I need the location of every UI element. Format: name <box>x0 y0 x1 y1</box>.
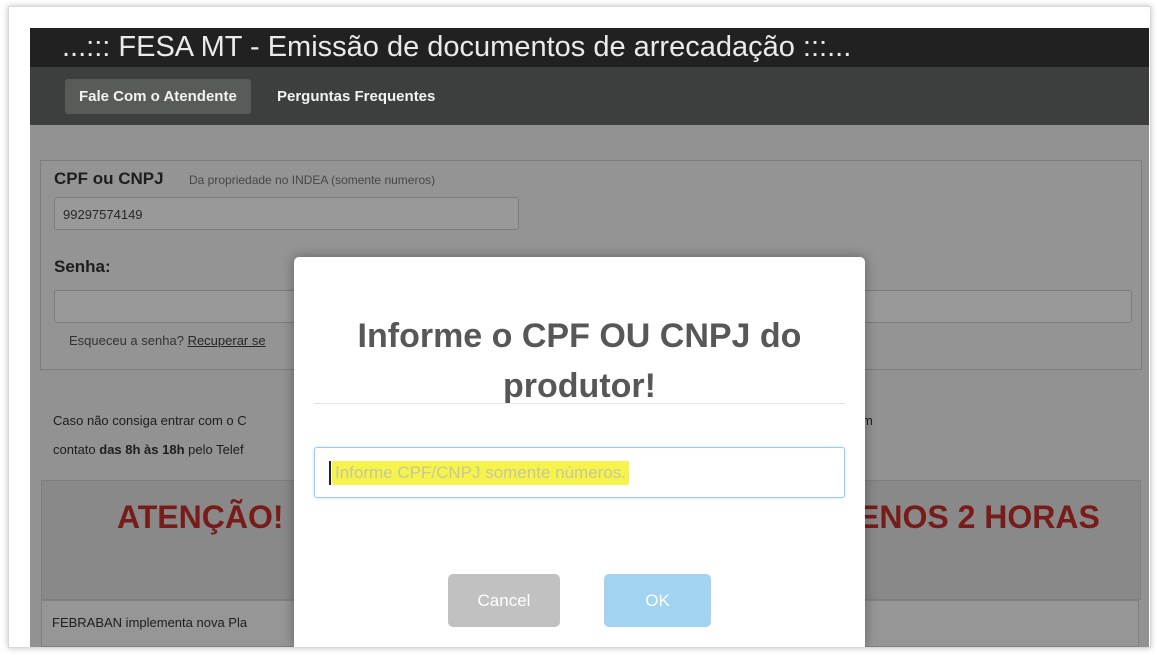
nav-bar: Fale Com o Atendente Perguntas Frequente… <box>30 67 1149 125</box>
ok-button[interactable]: OK <box>604 574 711 627</box>
page: ...::: FESA MT - Emissão de documentos d… <box>30 28 1149 647</box>
dialog-title: Informe o CPF OU CNPJ do produtor! <box>357 317 802 405</box>
text-caret <box>329 461 331 485</box>
screenshot-frame: ...::: FESA MT - Emissão de documentos d… <box>8 6 1151 648</box>
dialog-divider <box>314 403 845 404</box>
cpf-cnpj-prompt-input[interactable]: Informe CPF/CNPJ somente números. <box>314 447 845 498</box>
cancel-button[interactable]: Cancel <box>448 574 560 627</box>
page-title: ...::: FESA MT - Emissão de documentos d… <box>30 28 1149 67</box>
input-placeholder: Informe CPF/CNPJ somente números. <box>332 461 629 485</box>
nav-fale-com-atendente[interactable]: Fale Com o Atendente <box>65 79 251 114</box>
prompt-dialog: Informe o CPF OU CNPJ do produtor! Infor… <box>294 257 865 647</box>
nav-perguntas-frequentes[interactable]: Perguntas Frequentes <box>263 79 449 114</box>
